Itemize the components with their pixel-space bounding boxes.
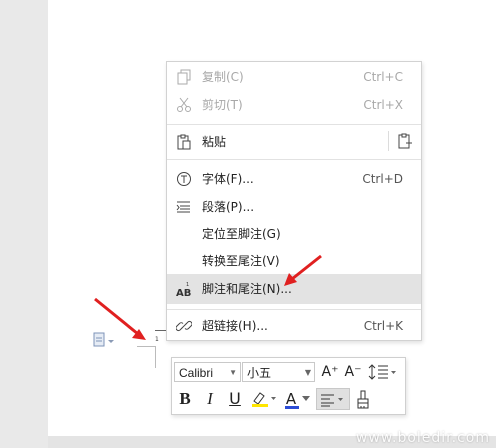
paste-split-divider [388,131,389,151]
menu-item-font[interactable]: 字体(F)... Ctrl+D [167,165,421,193]
menu-item-label: 定位至脚注(G) [202,227,281,241]
menu-item-label: 粘贴 [202,135,227,149]
font-name-select[interactable]: Calibri ▼ [174,362,241,382]
menu-item-goto-footnote[interactable]: 定位至脚注(G) [167,220,421,248]
align-left-icon [321,394,343,407]
chevron-down-icon: ▼ [304,368,311,377]
font-name-value: Calibri [179,366,214,380]
font-size-select[interactable]: 小五 ▼ [242,362,315,382]
menu-item-label: 转换至尾注(V) [202,254,280,268]
footnote-corner-v [155,346,156,368]
scissors-icon [177,97,191,112]
paste-icon [177,134,191,150]
footnote-marker[interactable]: 1 [155,336,159,343]
menu-item-shortcut: Ctrl+X [363,98,403,112]
chevron-down-icon: ▼ [229,368,237,377]
menu-separator [167,124,421,125]
menu-item-label: 段落(P)... [202,200,255,214]
menu-item-shortcut: Ctrl+K [363,319,403,333]
menu-item-label: 字体(F)... [202,172,254,186]
footnote-corner-h [137,346,156,347]
document-widget-icon[interactable] [92,332,118,350]
mini-toolbar: Calibri ▼ 小五 ▼ A⁺ A⁻ B I U A [171,357,406,415]
watermark: www.boledir.com [355,430,490,446]
menu-item-copy[interactable]: 复制(C) Ctrl+C [167,63,421,91]
line-spacing-icon[interactable] [368,363,398,381]
menu-separator [167,159,421,160]
underline-button[interactable]: U [224,388,246,410]
font-color-bar [285,406,299,409]
menu-item-paragraph[interactable]: 段落(P)... [167,193,421,221]
italic-button[interactable]: I [199,388,221,410]
paste-options-icon[interactable] [397,133,413,149]
menu-item-label: 超链接(H)... [202,319,268,333]
menu-item-label: 剪切(T) [202,98,243,112]
menu-item-label: 复制(C) [202,70,244,84]
decrease-font-icon: A⁻ [344,364,362,380]
bold-button[interactable]: B [174,388,196,410]
menu-item-footnote-endnote[interactable]: AB 1 脚注和尾注(N)... [167,274,421,304]
svg-text:1: 1 [186,282,189,288]
menu-separator [167,309,421,310]
bold-icon: B [179,389,191,408]
highlight-icon[interactable] [250,389,278,409]
underline-icon: U [229,389,241,408]
link-icon [176,321,192,331]
format-painter-icon[interactable] [355,390,373,410]
footnote-icon: AB1 [176,282,191,297]
menu-item-cut[interactable]: 剪切(T) Ctrl+X [167,91,421,119]
menu-item-hyperlink[interactable]: 超链接(H)... Ctrl+K [167,312,421,340]
menu-item-convert-endnote[interactable]: 转换至尾注(V) [167,247,421,275]
increase-font-icon: A⁺ [321,364,339,380]
menu-item-shortcut: Ctrl+C [363,70,403,84]
context-menu: 复制(C) Ctrl+C 剪切(T) Ctrl+X 粘贴 字体(F)... Ct… [166,61,422,341]
chevron-down-icon[interactable] [302,396,310,402]
font-icon [177,172,191,186]
menu-item-paste[interactable]: 粘贴 [167,128,421,156]
copy-icon [177,69,191,85]
decrease-font-size-button[interactable]: A⁻ [342,362,364,382]
paragraph-icon [176,201,190,213]
menu-item-label: 脚注和尾注(N)... [202,282,292,296]
font-size-value: 小五 [247,366,272,380]
menu-item-shortcut: Ctrl+D [362,172,403,186]
increase-font-size-button[interactable]: A⁺ [319,362,341,382]
svg-text:AB: AB [176,288,191,297]
align-button[interactable] [316,388,350,410]
italic-icon: I [207,389,213,408]
